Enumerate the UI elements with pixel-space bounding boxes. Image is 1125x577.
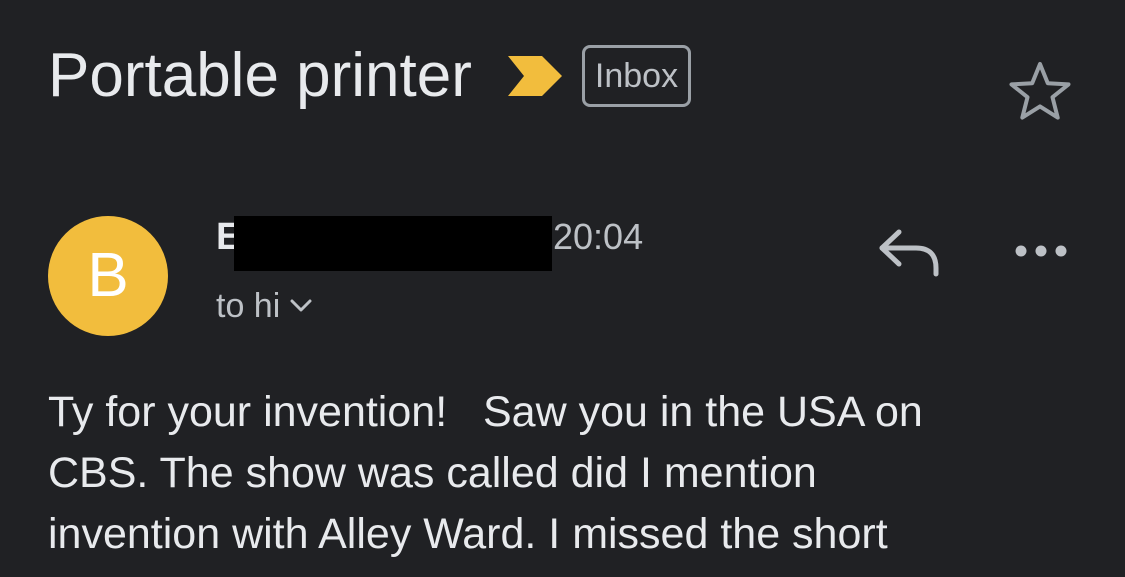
importance-marker-icon[interactable]: [507, 56, 562, 96]
recipient-details[interactable]: to hi: [216, 284, 312, 328]
email-subject: Portable printer: [48, 41, 472, 110]
email-body-line: CBS. The show was called did I mention: [48, 449, 817, 497]
recipient-text: to hi: [216, 286, 281, 325]
star-outline-icon[interactable]: [1008, 60, 1072, 122]
email-body-line: Ty for your invention! Saw you in the US…: [48, 388, 923, 436]
sender-avatar[interactable]: B: [48, 216, 168, 336]
reply-icon[interactable]: [876, 226, 942, 278]
more-horizontal-icon[interactable]: [1012, 238, 1070, 264]
email-time: 20:04: [553, 216, 644, 257]
subject-row: Portable printer Inbox: [48, 38, 692, 114]
inbox-label[interactable]: Inbox: [581, 45, 692, 107]
email-body: Ty for your invention! Saw you in the US…: [48, 382, 1088, 565]
sender-redaction: [234, 216, 552, 271]
chevron-down-icon[interactable]: [290, 299, 312, 313]
email-body-line: invention with Alley Ward. I missed the …: [48, 510, 888, 558]
